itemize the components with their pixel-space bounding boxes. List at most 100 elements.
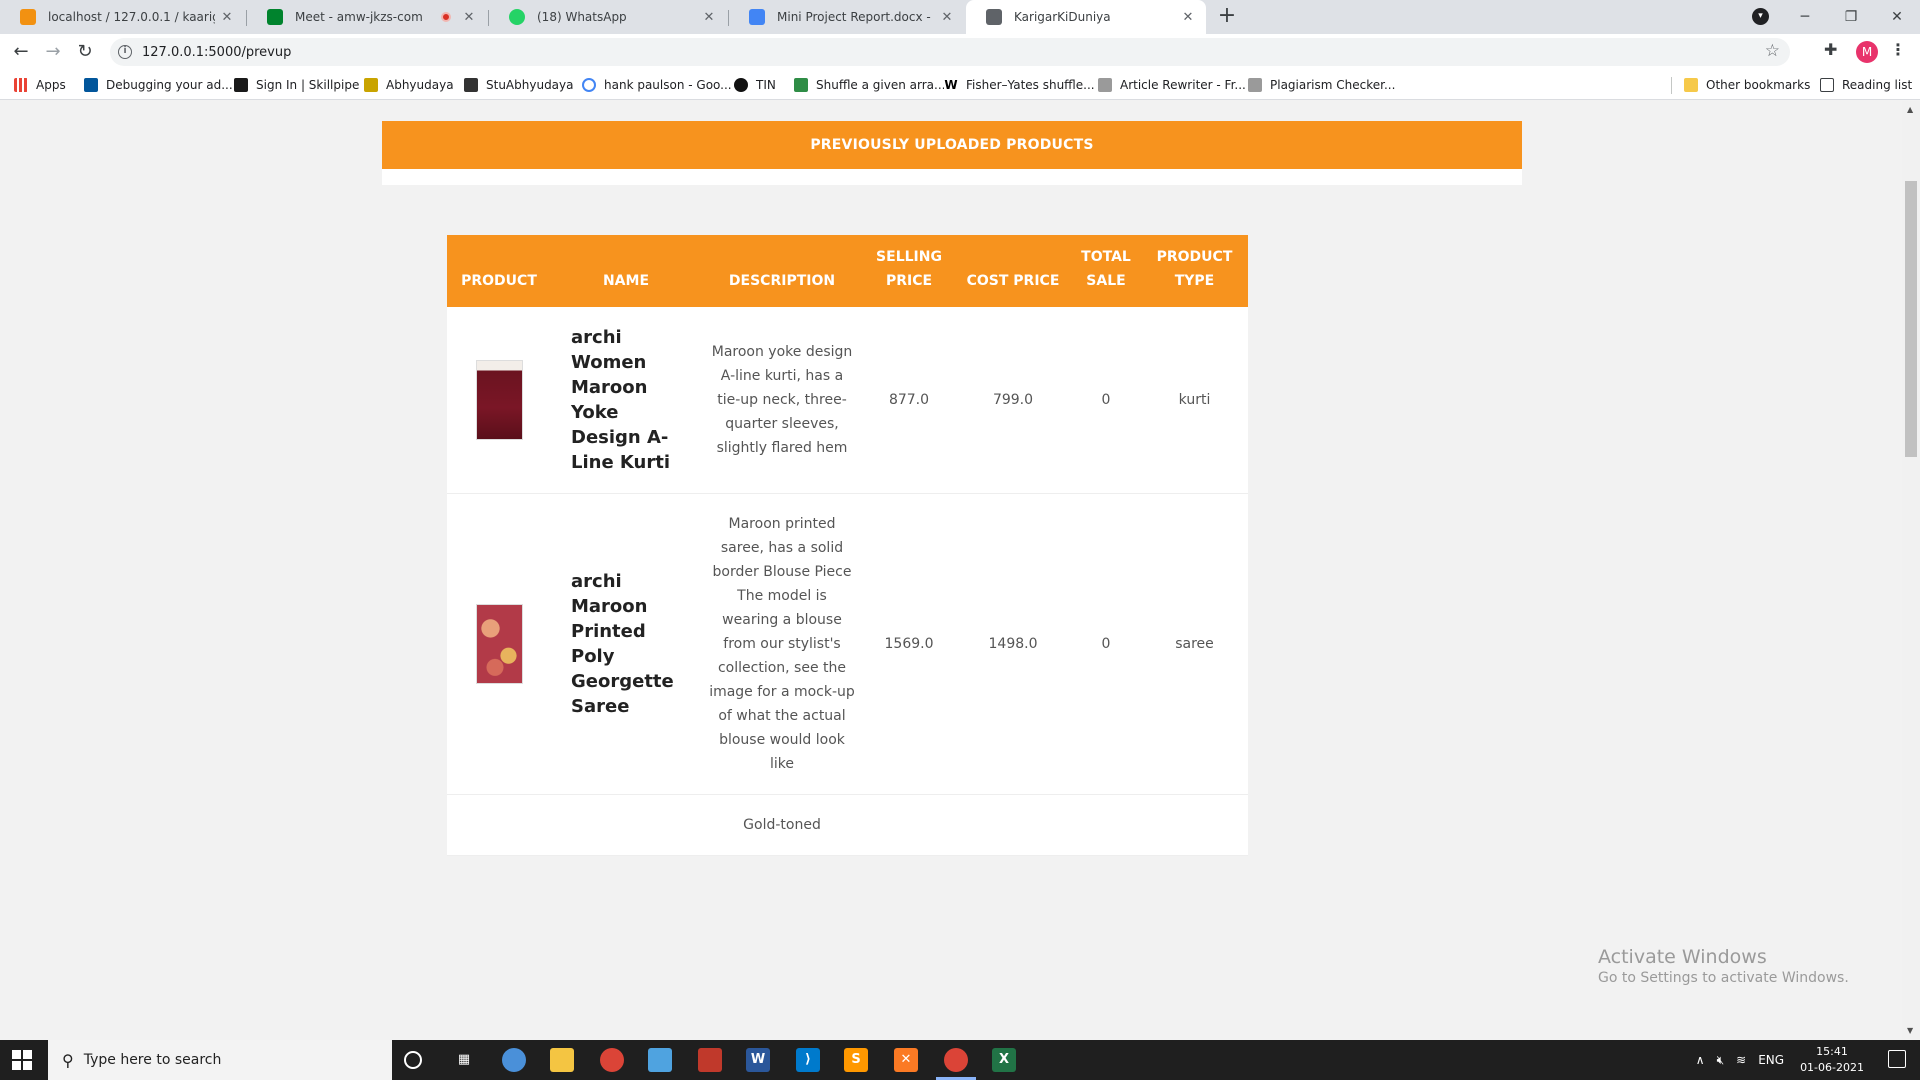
selling-price [863,794,955,856]
column-header-total-sale: TOTAL SALE [1071,235,1141,307]
tab-title: Mini Project Report.docx - Google [777,10,935,24]
close-window-icon[interactable]: ✕ [1874,9,1920,25]
sublime-text-icon[interactable]: S [844,1048,868,1072]
system-tray: ∧ 🔇︎ ≋ ENG 15:41 01-06-2021 [1684,1040,1864,1080]
products-table: PRODUCT NAME DESCRIPTION SELLING PRICE CO… [447,235,1248,856]
whatsapp-icon [509,9,525,25]
url-text[interactable]: 127.0.0.1:5000/prevup [142,45,291,60]
bookmark-skillpipe[interactable]: Sign In | Skillpipe [234,70,359,100]
skillpipe-icon [234,78,248,92]
product-name [551,794,701,856]
task-view-icon[interactable]: ▦ [452,1048,476,1072]
windows-start-icon[interactable] [12,1050,32,1070]
google-meet-icon [267,9,283,25]
avatar[interactable]: M [1856,41,1878,63]
close-icon[interactable]: ✕ [215,10,239,25]
header-label: DESCRIPTION [728,273,836,289]
bookmark-debugging[interactable]: Debugging your ad... [84,70,233,100]
bookmark-article-rewriter[interactable]: Article Rewriter - Fr... [1098,70,1246,100]
saree-thumbnail[interactable] [475,604,523,684]
bookmark-apps[interactable]: Apps [14,70,66,100]
tab-whatsapp[interactable]: (18) WhatsApp ✕ [489,0,727,34]
close-icon[interactable]: ✕ [935,10,959,25]
scroll-thumb[interactable] [1905,181,1917,457]
bookmark-hank-paulson[interactable]: hank paulson - Goo... [582,70,732,100]
paint-icon[interactable] [502,1048,526,1072]
window-controls: ─ ❐ ✕ [1782,0,1920,34]
bookmark-plagiarism-checker[interactable]: Plagiarism Checker... [1248,70,1395,100]
wifi-icon[interactable]: ≋ [1736,1053,1746,1067]
kurti-thumbnail[interactable] [475,360,523,440]
table-row: archi Women Maroon Yoke Design A-Line Ku… [447,307,1248,494]
bookmark-shuffle[interactable]: Shuffle a given arra... [794,70,945,100]
search-placeholder[interactable]: Type here to search [84,1052,222,1068]
tab-karigarkiduniya[interactable]: KarigarKiDuniya ✕ [966,0,1206,34]
vscode-icon[interactable]: ⟩ [796,1048,820,1072]
clock-time: 15:41 [1816,1045,1848,1058]
product-image-cell [447,493,551,795]
bookmark-fisher-yates[interactable]: W Fisher–Yates shuffle... [944,70,1095,100]
scroll-up-icon[interactable]: ▲ [1907,105,1913,114]
tab-phpmyadmin[interactable]: localhost / 127.0.0.1 / kaarigarkid ✕ [0,0,245,34]
google-docs-icon [749,9,765,25]
reading-list-label: Reading list [1842,78,1913,92]
excel-icon[interactable]: X [992,1048,1016,1072]
minimize-icon[interactable]: ─ [1782,9,1828,25]
extensions-puzzle-icon[interactable]: ✚ [1824,40,1837,59]
notifications-icon[interactable] [1888,1050,1906,1068]
forward-arrow-icon[interactable]: → [40,40,66,64]
language-indicator[interactable]: ENG [1758,1053,1784,1067]
close-icon[interactable]: ✕ [1176,10,1200,25]
product-name: archi Maroon Printed Poly Georgette Sare… [551,493,701,795]
tab-title: Meet - amw-jkzs-com [295,10,423,24]
close-icon[interactable]: ✕ [697,10,721,25]
restore-icon[interactable]: ❐ [1828,9,1874,25]
profile-dropdown-icon[interactable]: ▾ [1752,8,1769,25]
column-header-description: DESCRIPTION [701,235,863,307]
cortana-icon[interactable] [404,1051,422,1069]
cost-price [955,794,1071,856]
bookmark-tin[interactable]: TIN [734,70,776,100]
page-title: PREVIOUSLY UPLOADED PRODUCTS [382,121,1522,169]
reload-icon[interactable]: ↻ [72,40,98,64]
chrome-active-icon[interactable] [944,1048,968,1072]
header-label: TOTAL [1081,249,1131,265]
taskbar-search-box[interactable]: ⚲ Type here to search [48,1040,392,1080]
bookmarks-bar: Apps Debugging your ad... Sign In | Skil… [0,70,1920,100]
scroll-down-icon[interactable]: ▼ [1907,1026,1913,1035]
bookmark-other[interactable]: Other bookmarks [1684,70,1810,100]
bookmark-label: Sign In | Skillpipe [256,78,360,92]
table-row: Gold-toned [447,794,1248,856]
activate-windows-watermark: Activate Windows Go to Settings to activ… [1598,946,1849,986]
xampp-icon[interactable]: ✕ [894,1048,918,1072]
virtualbox-icon[interactable] [648,1048,672,1072]
file-explorer-icon[interactable] [550,1048,574,1072]
selling-price: 877.0 [863,307,955,494]
menu-kebab-icon[interactable]: ⋮ [1890,40,1906,59]
tab-google-docs[interactable]: Mini Project Report.docx - Google ✕ [729,0,965,34]
back-arrow-icon[interactable]: ← [8,40,34,64]
chrome-icon[interactable] [600,1048,624,1072]
close-icon[interactable]: ✕ [457,10,481,25]
clock[interactable]: 15:41 01-06-2021 [1800,1044,1864,1076]
info-icon[interactable]: i [118,45,132,59]
word-icon[interactable]: W [746,1048,770,1072]
tab-meet[interactable]: Meet - amw-jkzs-com ✕ [247,0,487,34]
column-header-product-type: PRODUCT TYPE [1141,235,1248,307]
address-bar[interactable]: i 127.0.0.1:5000/prevup ☆ [110,38,1790,66]
bookmark-star-icon[interactable]: ☆ [1765,41,1780,61]
page-scrollbar[interactable]: ▲ ▼ [1902,101,1920,1039]
volume-muted-icon[interactable]: 🔇︎ [1717,1053,1725,1068]
bookmark-label: Article Rewriter - Fr... [1120,78,1246,92]
bookmark-stuabhyudaya[interactable]: StuAbhyudaya [464,70,574,100]
bookmark-label: Debugging your ad... [106,78,233,92]
tray-chevron-icon[interactable]: ∧ [1696,1053,1705,1067]
git-icon[interactable] [698,1048,722,1072]
reading-list-button[interactable]: Reading list [1820,70,1912,100]
new-tab-button[interactable]: + [1213,3,1241,28]
karigar-logo-icon [986,9,1002,25]
header-label: PRICE [885,273,933,289]
cost-price: 1498.0 [955,493,1071,795]
bookmark-abhyudaya[interactable]: Abhyudaya [364,70,454,100]
tab-title: (18) WhatsApp [537,10,627,24]
